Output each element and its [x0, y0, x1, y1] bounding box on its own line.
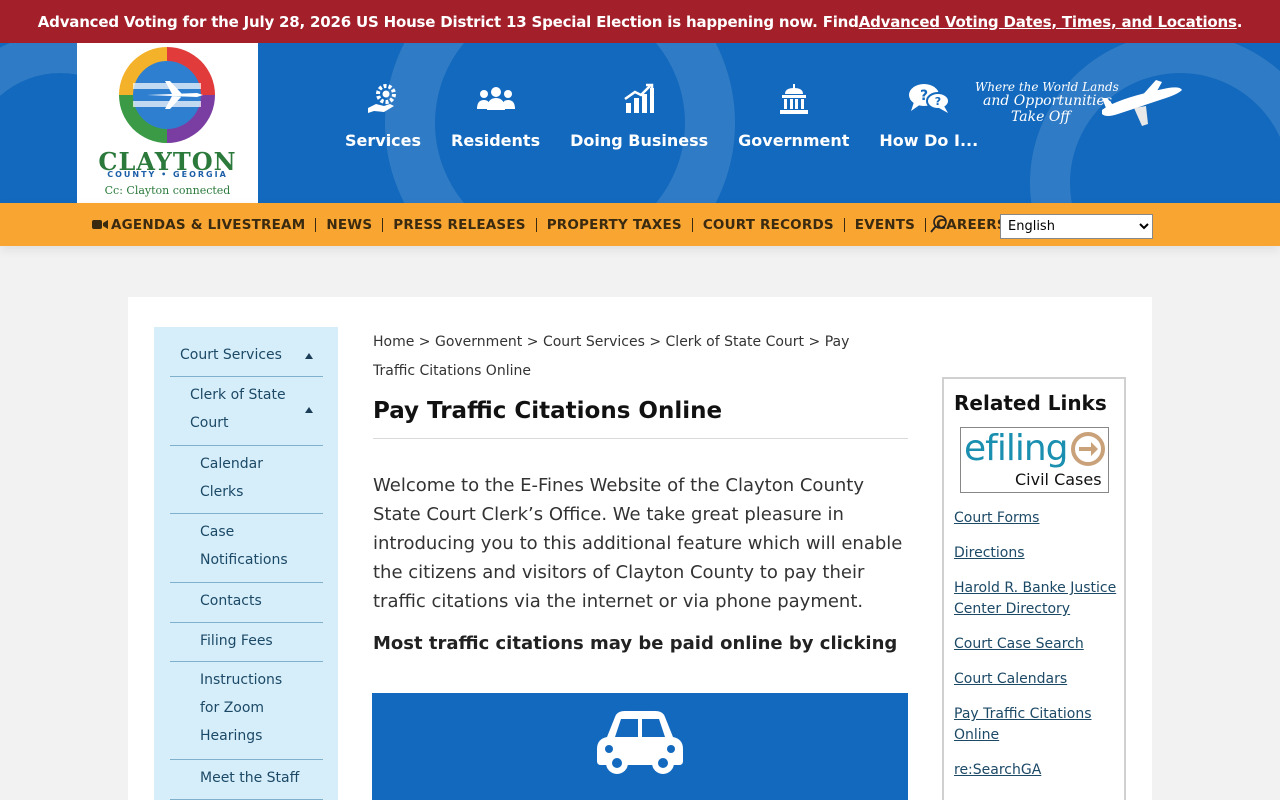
breadcrumb: Home > Government > Court Services > Cle…: [373, 334, 850, 379]
clayton-county-logo[interactable]: CLAYTON COUNTY • GEORGIA Cc: Clayton con…: [77, 43, 258, 203]
nav-government[interactable]: Government: [723, 43, 864, 203]
subnav-events[interactable]: EVENTS: [845, 217, 927, 232]
nav-how-do-i-label: How Do I...: [879, 131, 979, 150]
video-camera-icon: [92, 219, 108, 229]
related-link-pay-traffic-citations[interactable]: Pay Traffic Citations Online: [954, 704, 1119, 746]
question-chat-icon: ? ?: [908, 84, 950, 113]
alert-suffix: .: [1236, 12, 1243, 31]
svg-text:?: ?: [920, 88, 928, 104]
subnav-property-taxes[interactable]: PROPERTY TAXES: [537, 217, 693, 232]
growth-chart-icon: [624, 83, 655, 113]
pay-citation-button[interactable]: [372, 693, 908, 800]
nav-how-do-i[interactable]: ? ? How Do I...: [864, 43, 993, 203]
nav-residents[interactable]: Residents: [436, 43, 555, 203]
online-payment-instruction: Most traffic citations may be paid onlin…: [373, 633, 898, 654]
nav-services-label: Services: [345, 131, 422, 150]
logo-subtitle: COUNTY • GEORGIA: [107, 170, 228, 179]
sidebar-divider: [170, 376, 323, 377]
related-links-title: Related Links: [954, 391, 1107, 415]
language-select[interactable]: English: [1000, 214, 1153, 239]
svg-text:?: ?: [935, 95, 941, 108]
breadcrumb-court-services[interactable]: Court Services: [543, 334, 645, 350]
sidebar-item-filing-fees[interactable]: Filing Fees: [200, 627, 310, 655]
efiling-civil-cases-banner[interactable]: efiling Civil Cases: [960, 427, 1109, 493]
related-link-directions[interactable]: Directions: [954, 543, 1119, 564]
sidebar-divider: [170, 445, 323, 446]
nav-doing-business-label: Doing Business: [570, 131, 709, 150]
nav-government-label: Government: [738, 131, 850, 150]
efiling-subtitle: Civil Cases: [1015, 470, 1102, 489]
car-icon: [597, 711, 683, 774]
related-link-justice-center-directory[interactable]: Harold R. Banke Justice Center Directory: [954, 578, 1119, 620]
efiling-word: efiling: [964, 428, 1068, 469]
subnav-press-releases[interactable]: PRESS RELEASES: [383, 217, 537, 232]
collapse-arrow-icon[interactable]: [305, 407, 313, 413]
sidebar-item-calendar-clerks[interactable]: Calendar Clerks: [200, 450, 300, 506]
gear-hand-icon: [368, 84, 397, 113]
subnav-agendas-livestream[interactable]: AGENDAS & LIVESTREAM: [92, 216, 317, 233]
subnav-agendas-label: AGENDAS & LIVESTREAM: [111, 216, 306, 233]
related-link-court-calendars[interactable]: Court Calendars: [954, 669, 1119, 690]
sidebar-divider: [170, 661, 323, 662]
airplane-icon: [1102, 80, 1182, 126]
capitol-building-icon: [779, 84, 808, 114]
people-icon: [476, 87, 515, 110]
logo-tagline: Cc: Clayton connected: [104, 184, 231, 197]
subnav-court-records[interactable]: COURT RECORDS: [693, 217, 845, 232]
sidebar-divider: [170, 513, 323, 514]
globe-plane-icon: [119, 47, 215, 143]
intro-paragraph: Welcome to the E-Fines Website of the Cl…: [373, 475, 903, 612]
main-navigation: Services Residents Doing Business Govern…: [330, 43, 993, 203]
subnav-news[interactable]: NEWS: [316, 217, 384, 232]
related-links-panel: Related Links efiling Civil Cases Court …: [942, 377, 1126, 800]
page-title: Pay Traffic Citations Online: [373, 398, 723, 424]
sidebar-item-clerk-of-state-court[interactable]: Clerk of State Court: [190, 381, 300, 437]
collapse-arrow-icon[interactable]: [305, 353, 313, 359]
sidebar-item-case-notifications[interactable]: Case Notifications: [200, 518, 300, 574]
breadcrumb-government[interactable]: Government: [435, 334, 522, 350]
secondary-nav-links: AGENDAS & LIVESTREAM NEWS PRESS RELEASES…: [92, 203, 1017, 246]
section-sidebar: Court Services Clerk of State Court Cale…: [154, 327, 338, 800]
related-link-research-ga[interactable]: re:SearchGA: [954, 760, 1119, 781]
advanced-voting-link[interactable]: Advanced Voting Dates, Times, and Locati…: [859, 13, 1237, 31]
sidebar-divider: [170, 759, 323, 760]
title-divider: [373, 438, 908, 439]
related-link-court-forms[interactable]: Court Forms: [954, 508, 1119, 529]
nav-services[interactable]: Services: [330, 43, 436, 203]
breadcrumb-clerk-of-state-court[interactable]: Clerk of State Court: [666, 334, 805, 350]
nav-residents-label: Residents: [451, 131, 541, 150]
sidebar-divider: [170, 622, 323, 623]
alert-banner: Advanced Voting for the July 28, 2026 US…: [0, 0, 1280, 43]
search-icon[interactable]: [930, 215, 948, 233]
site-header: CLAYTON COUNTY • GEORGIA Cc: Clayton con…: [0, 43, 1280, 203]
efiling-arrow-icon: [1071, 432, 1105, 466]
breadcrumb-home[interactable]: Home: [373, 334, 414, 350]
sidebar-divider: [170, 582, 323, 583]
sidebar-item-contacts[interactable]: Contacts: [200, 587, 310, 615]
alert-text: Advanced Voting for the July 28, 2026 US…: [37, 12, 859, 31]
related-link-court-case-search[interactable]: Court Case Search: [954, 634, 1119, 655]
sidebar-item-meet-the-staff[interactable]: Meet the Staff: [200, 764, 320, 792]
secondary-navigation: AGENDAS & LIVESTREAM NEWS PRESS RELEASES…: [0, 203, 1280, 246]
sidebar-item-instructions-for-zoom-hearings[interactable]: Instructions for Zoom Hearings: [200, 666, 300, 750]
sidebar-item-court-services[interactable]: Court Services: [180, 341, 310, 369]
nav-doing-business[interactable]: Doing Business: [555, 43, 723, 203]
